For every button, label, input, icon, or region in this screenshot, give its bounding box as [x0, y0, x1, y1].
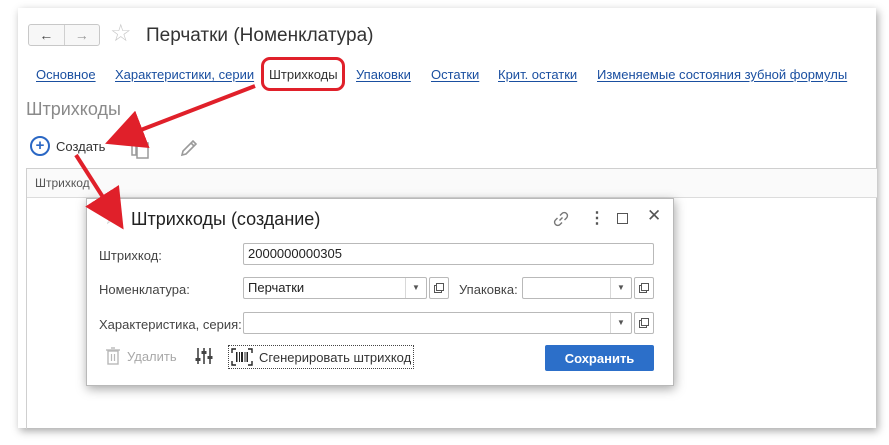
- annotation-arrows: [74, 84, 256, 230]
- annotation-arrow-to-create: [105, 84, 256, 149]
- annotation-arrow-to-dialog: [74, 153, 124, 230]
